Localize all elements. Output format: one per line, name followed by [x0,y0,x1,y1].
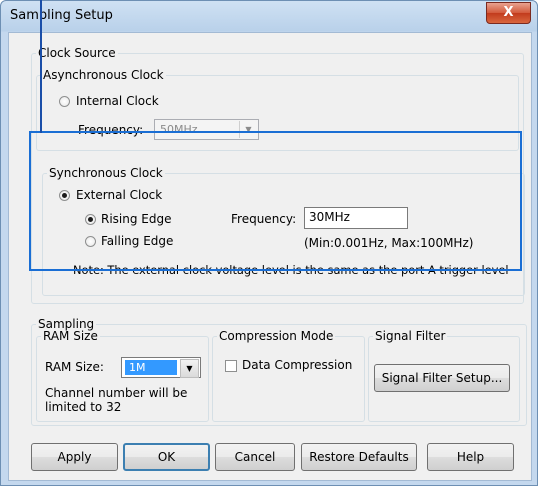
apply-button[interactable]: Apply [31,443,118,471]
data-compression-checkbox[interactable] [225,360,237,372]
signal-filter-setup-button[interactable]: Signal Filter Setup... [374,364,510,392]
restore-defaults-button[interactable]: Restore Defaults [301,443,417,471]
channel-note-line2: limited to 32 [45,400,122,414]
channel-note-line1: Channel number will be [45,386,188,400]
compression-mode-legend: Compression Mode [219,329,334,343]
ram-size-legend: RAM Size [43,329,98,343]
help-button[interactable]: Help [427,443,514,471]
chevron-down-icon[interactable]: ▼ [180,359,199,378]
synchronous-clock-highlight [29,131,522,271]
data-compression-label: Data Compression [242,358,353,372]
annotation-pointer-line [40,0,42,133]
close-icon: X [503,5,514,20]
internal-clock-radio[interactable] [59,96,70,107]
internal-clock-label: Internal Clock [76,94,159,108]
close-button[interactable]: X [486,2,531,24]
asynchronous-clock-legend: Asynchronous Clock [43,68,164,82]
ram-size-value: 1M [125,360,177,375]
compression-mode-group: Compression Mode [212,330,365,422]
window-title: Sampling Setup [10,8,113,23]
cancel-button[interactable]: Cancel [215,443,295,471]
ram-size-select[interactable]: 1M ▼ [121,357,201,378]
title-bar[interactable]: Sampling Setup X [1,1,537,33]
clock-source-legend: Clock Source [38,46,116,60]
ram-size-label: RAM Size: [45,360,104,374]
signal-filter-legend: Signal Filter [375,329,446,343]
ok-button[interactable]: OK [123,443,210,471]
